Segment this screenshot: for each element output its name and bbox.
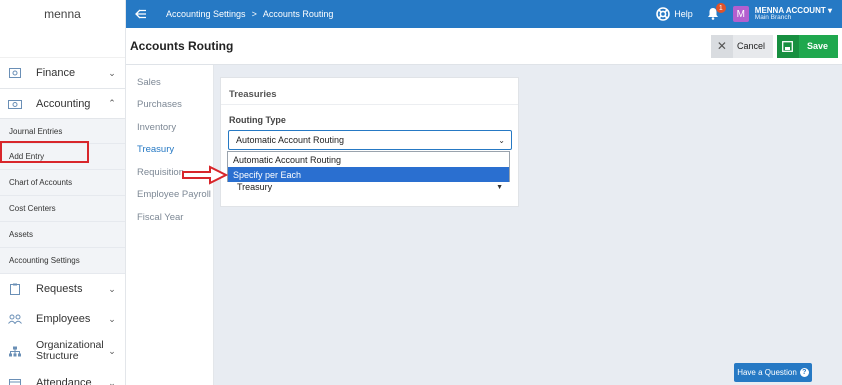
- treasuries-panel: Treasuries Routing Type Automatic Accoun…: [220, 77, 519, 207]
- notifications-button[interactable]: 1: [707, 3, 726, 21]
- sidebar-subitem-chart-of-accounts[interactable]: Chart of Accounts: [0, 170, 125, 196]
- branch-name: Main Branch: [754, 13, 792, 21]
- annotation-arrow: [182, 165, 228, 185]
- have-a-question-button[interactable]: Have a Question ?: [734, 363, 812, 382]
- tab-inventory[interactable]: Inventory: [126, 116, 213, 139]
- org-chart-icon: [8, 345, 22, 357]
- sidebar-subitem-assets[interactable]: Assets: [0, 222, 125, 248]
- have-a-question-label: Have a Question: [737, 368, 797, 377]
- breadcrumb-current: Accounts Routing: [262, 9, 334, 19]
- sidebar-item-label: Organizational Structure: [36, 338, 104, 362]
- collapse-sidebar-icon[interactable]: [134, 7, 148, 21]
- routing-type-value: Automatic Account Routing: [236, 135, 345, 145]
- chevron-down-icon: ⌄: [498, 135, 505, 145]
- sidebar: menna Finance ⌄ Accounting ⌃ Journal Ent…: [0, 0, 126, 385]
- sidebar-subitem-journal-entries[interactable]: Journal Entries: [0, 118, 125, 144]
- sidebar-item-accounting[interactable]: Accounting ⌃: [0, 88, 125, 118]
- chevron-down-icon: ⌄: [108, 345, 116, 356]
- notification-badge: 1: [715, 3, 726, 13]
- question-icon: ?: [799, 368, 809, 377]
- chevron-down-icon: ⌄: [108, 283, 116, 294]
- panel-heading-text: Treasuries: [229, 88, 277, 100]
- brand-name: menna: [44, 7, 81, 21]
- panel-heading: Treasuries: [221, 78, 518, 105]
- close-icon: ✕: [716, 39, 727, 53]
- sidebar-item-label: Accounting: [36, 97, 91, 110]
- treasury-select-value: Treasury: [237, 182, 273, 192]
- sidebar-subitem-add-entry[interactable]: Add Entry: [0, 144, 125, 170]
- calendar-icon: [8, 377, 22, 385]
- help-label: Help: [674, 9, 693, 19]
- account-menu[interactable]: MENNA ACCOUNT ▾ Main Branch: [754, 5, 832, 22]
- lifebuoy-icon: [656, 7, 671, 21]
- page-header: Accounts Routing ✕ Cancel Save: [126, 28, 842, 65]
- breadcrumb-separator: >: [251, 9, 257, 19]
- chevron-up-icon: ⌃: [108, 98, 116, 108]
- floppy-disk-icon: [776, 34, 799, 58]
- settings-tabs: Sales Purchases Inventory Treasury Requi…: [126, 65, 214, 385]
- accounting-icon: [8, 98, 22, 110]
- routing-type-label: Routing Type: [229, 115, 286, 125]
- routing-type-select[interactable]: Automatic Account Routing ⌄: [228, 130, 512, 150]
- tab-sales[interactable]: Sales: [126, 71, 213, 94]
- chevron-down-icon: ⌄: [108, 313, 116, 324]
- save-button[interactable]: Save: [776, 34, 838, 58]
- avatar[interactable]: M: [732, 6, 749, 22]
- routing-type-dropdown: Automatic Account Routing Specify per Ea…: [227, 151, 510, 182]
- sidebar-item-requests[interactable]: Requests ⌄: [0, 274, 125, 304]
- tab-employee-payroll[interactable]: Employee Payroll: [126, 184, 213, 207]
- finance-icon: [8, 67, 22, 79]
- cancel-button[interactable]: ✕ Cancel: [710, 34, 773, 58]
- sidebar-subitem-accounting-settings[interactable]: Accounting Settings: [0, 248, 125, 274]
- page-title: Accounts Routing: [130, 39, 234, 53]
- tab-treasury[interactable]: Treasury: [126, 139, 213, 162]
- help-button[interactable]: Help: [656, 7, 693, 21]
- sidebar-item-label: Requests: [36, 283, 83, 295]
- sidebar-item-finance[interactable]: Finance ⌄: [0, 58, 125, 88]
- sidebar-item-organizational-structure[interactable]: Organizational Structure ⌄: [0, 334, 125, 368]
- cancel-label: Cancel: [732, 34, 773, 58]
- sidebar-item-employees[interactable]: Employees ⌄: [0, 304, 125, 334]
- save-label: Save: [806, 41, 828, 51]
- option-automatic-account-routing[interactable]: Automatic Account Routing: [228, 152, 509, 167]
- tab-purchases[interactable]: Purchases: [126, 94, 213, 117]
- breadcrumb-parent[interactable]: Accounting Settings: [166, 9, 246, 19]
- tab-fiscal-year[interactable]: Fiscal Year: [126, 206, 213, 229]
- sidebar-subitem-cost-centers[interactable]: Cost Centers: [0, 196, 125, 222]
- caret-down-icon: ▼: [496, 183, 503, 191]
- sidebar-item-label: Finance: [36, 67, 76, 79]
- brand-spacer: [0, 28, 125, 58]
- sidebar-item-label: Attendance: [36, 377, 92, 385]
- option-specify-per-each[interactable]: Specify per Each: [228, 167, 509, 182]
- clipboard-icon: [8, 283, 22, 295]
- sidebar-item-label: Employees: [36, 313, 91, 325]
- chevron-down-icon: ⌄: [108, 377, 116, 385]
- top-bar: Accounting Settings > Accounts Routing H…: [126, 0, 842, 28]
- caret-down-icon: ▾: [827, 5, 832, 15]
- sidebar-item-attendance[interactable]: Attendance ⌄: [0, 368, 125, 385]
- people-icon: [8, 313, 22, 325]
- chevron-down-icon: ⌄: [108, 67, 116, 78]
